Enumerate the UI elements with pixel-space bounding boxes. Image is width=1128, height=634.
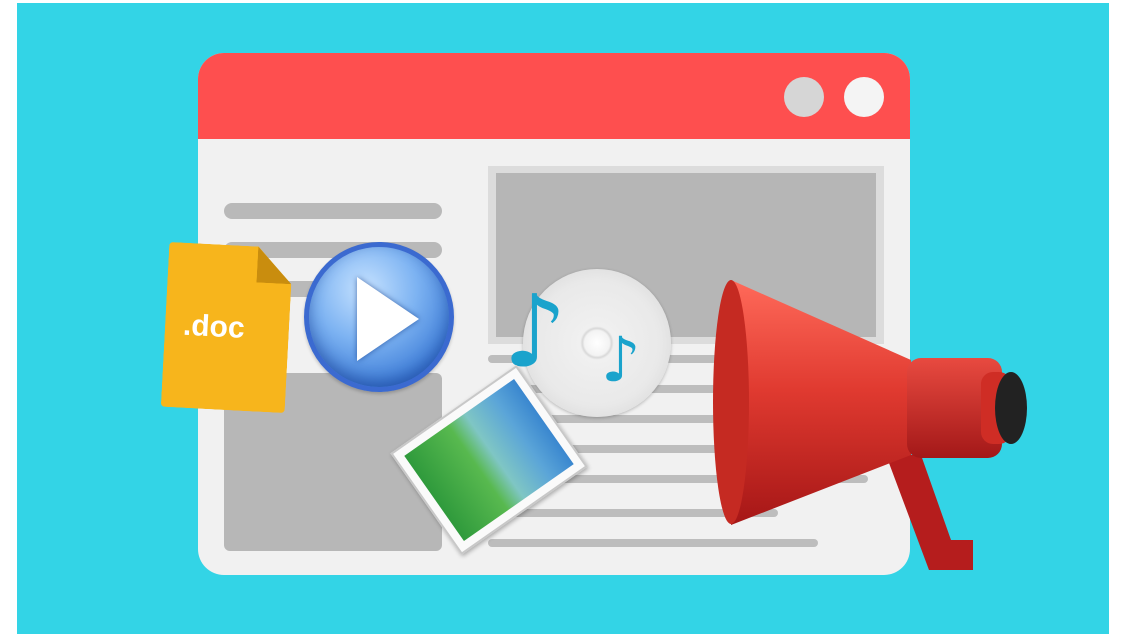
text-placeholder-bar: [224, 203, 442, 219]
play-icon: [304, 242, 454, 392]
title-bar: [198, 53, 910, 139]
music-note-icon: ♪: [601, 323, 641, 396]
doc-file-label: .doc: [182, 308, 246, 345]
megaphone-icon: [713, 280, 1027, 570]
illustration: .doc ♪ ♪: [17, 3, 1109, 634]
window-button[interactable]: [784, 77, 824, 117]
doc-file-icon: .doc: [161, 242, 293, 413]
window-button[interactable]: [844, 77, 884, 117]
